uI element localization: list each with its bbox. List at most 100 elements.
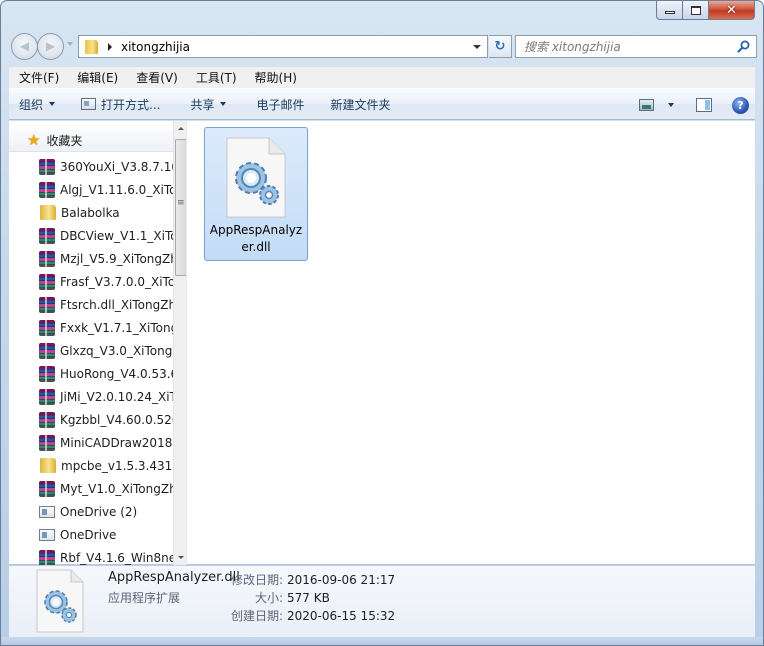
navigation-pane: ★ 收藏夹 360YouXi_V3.8.7.10 Algj_V1.11.6.0_X… [9, 121, 187, 565]
sidebar-item-label: Mzjl_V5.9_XiTongZh [60, 251, 173, 266]
sidebar-item[interactable]: OneDrive [9, 523, 173, 546]
size-label: 大小: [254, 591, 283, 605]
favorites-header[interactable]: ★ 收藏夹 [9, 130, 173, 152]
sidebar-item[interactable]: Kgzbbl_V4.60.0.520 [9, 408, 173, 431]
sidebar-item-label: DBCView_V1.1_XiTo [60, 228, 173, 243]
file-item[interactable]: AppRespAnalyzer.dll [204, 127, 308, 261]
sidebar-item-label: OneDrive (2) [60, 504, 138, 519]
search-icon[interactable] [737, 40, 750, 53]
sidebar-item[interactable]: JiMi_V2.0.10.24_XiT [9, 385, 173, 408]
back-arrow-icon: ◀ [19, 39, 30, 53]
sidebar-item[interactable]: Frasf_V3.7.0.0_XiTo [9, 270, 173, 293]
sidebar-item[interactable]: Mzjl_V5.9_XiTongZh [9, 247, 173, 270]
sidebar-item[interactable]: OneDrive (2) [9, 500, 173, 523]
open-with-button[interactable]: 打开方式... [73, 92, 168, 116]
modified-label: 修改日期: [230, 573, 283, 587]
favorites-label: 收藏夹 [46, 134, 83, 148]
sidebar-item[interactable]: Balabolka [9, 201, 173, 224]
file-list-pane: AppRespAnalyzer.dll [188, 121, 755, 564]
sidebar-item-label: Glxzq_V3.0_XiTongZ [60, 343, 173, 358]
sidebar-item-label: JiMi_V2.0.10.24_XiT [60, 389, 173, 404]
sidebar-item[interactable]: Glxzq_V3.0_XiTongZ [9, 339, 173, 362]
window-frame-bottom [1, 637, 763, 645]
navigation-row: ◀ ▶ xitongzhijia ↻ [9, 33, 757, 61]
refresh-button[interactable]: ↻ [489, 35, 512, 58]
sidebar-item-label: Fxxk_V1.7.1_XiTong [60, 320, 173, 335]
sidebar-item[interactable]: MiniCADDraw2018 [9, 431, 173, 454]
share-button[interactable]: 共享 [182, 92, 234, 116]
rar-archive-icon [39, 273, 55, 290]
sidebar-item[interactable]: Fxxk_V1.7.1_XiTong [9, 316, 173, 339]
rar-archive-icon [39, 365, 55, 382]
back-button[interactable]: ◀ [11, 33, 38, 60]
sidebar-item-label: MiniCADDraw2018 [60, 435, 173, 450]
menu-file[interactable]: 文件(F) [9, 69, 67, 86]
sidebar-item[interactable]: HuoRong_V4.0.53.6 [9, 362, 173, 385]
sidebar-item[interactable]: DBCView_V1.1_XiTo [9, 224, 173, 247]
maximize-button[interactable] [683, 1, 709, 20]
address-history-dropdown[interactable] [473, 45, 481, 49]
folder-icon [85, 39, 98, 54]
minimize-button[interactable] [656, 1, 683, 20]
rar-archive-icon [39, 388, 55, 405]
modified-value: 2016-09-06 21:17 [287, 573, 396, 587]
dll-file-large-icon [36, 569, 84, 633]
created-value: 2020-06-15 15:32 [287, 609, 396, 623]
menu-help[interactable]: 帮助(H) [245, 69, 305, 86]
open-with-icon [81, 98, 97, 110]
sidebar-item-label: Algj_V1.11.6.0_XiTo [60, 182, 173, 197]
shortcut-icon [39, 505, 55, 518]
breadcrumb-chevron-icon[interactable] [108, 42, 112, 51]
close-icon: ✕ [726, 2, 737, 18]
new-folder-button[interactable]: 新建文件夹 [323, 92, 399, 116]
size-value: 577 KB [287, 591, 330, 605]
scroll-down-arrow-icon[interactable] [174, 549, 186, 565]
email-button[interactable]: 电子邮件 [248, 92, 312, 116]
breadcrumb-item[interactable]: xitongzhijia [121, 40, 190, 54]
menu-tools[interactable]: 工具(T) [186, 69, 245, 86]
scroll-up-arrow-icon[interactable] [174, 121, 186, 137]
rar-archive-icon [39, 549, 55, 565]
sidebar-item-label: Frasf_V3.7.0.0_XiTo [60, 274, 173, 289]
change-view-icon[interactable] [639, 99, 654, 111]
sidebar-item[interactable]: Myt_V1.0_XiTongZh [9, 477, 173, 500]
details-modified: 修改日期: 2016-09-06 21:17 [223, 571, 395, 588]
sidebar-item-label: OneDrive [60, 527, 117, 542]
help-icon[interactable]: ? [732, 96, 749, 114]
details-pane: AppRespAnalyzer.dll 应用程序扩展 修改日期: 2016-09-… [9, 566, 755, 638]
maximize-icon [690, 5, 701, 15]
sidebar-item[interactable]: Ftsrch.dll_XiTongZh [9, 293, 173, 316]
address-bar[interactable]: xitongzhijia [78, 35, 488, 58]
rar-archive-icon [39, 342, 55, 359]
close-button[interactable]: ✕ [709, 1, 755, 20]
recent-pages-dropdown[interactable] [67, 42, 73, 46]
scrollbar-thumb[interactable] [175, 139, 186, 276]
menu-edit[interactable]: 编辑(E) [67, 69, 126, 86]
chevron-down-icon [668, 103, 674, 107]
created-label: 创建日期: [230, 609, 283, 623]
sidebar-item[interactable]: 360YouXi_V3.8.7.10 [9, 155, 173, 178]
view-options-dropdown[interactable] [654, 93, 674, 117]
menu-view[interactable]: 查看(V) [126, 69, 186, 86]
sidebar-item-label: 360YouXi_V3.8.7.10 [60, 159, 173, 174]
preview-pane-icon[interactable] [696, 98, 712, 112]
organize-button[interactable]: 组织 [9, 92, 63, 116]
explorer-window: ✕ ◀ ▶ xitongzhijia ↻ 文件(F) 编辑(E) 查看(V) 工… [0, 0, 764, 646]
new-folder-label: 新建文件夹 [330, 97, 391, 112]
details-file-name: AppRespAnalyzer.dll [108, 570, 240, 585]
forward-arrow-icon: ▶ [45, 39, 56, 53]
search-box[interactable] [515, 35, 757, 58]
chevron-down-icon [49, 102, 56, 106]
sidebar-item[interactable]: Rbf_V4.1.6_Win8net [9, 546, 173, 565]
nav-scrollbar[interactable] [173, 121, 186, 565]
sidebar-item[interactable]: Algj_V1.11.6.0_XiTo [9, 178, 173, 201]
folder-icon [40, 205, 56, 220]
rar-archive-icon [39, 227, 55, 244]
star-icon: ★ [27, 131, 41, 149]
share-label: 共享 [190, 97, 215, 112]
forward-button[interactable]: ▶ [37, 33, 64, 60]
sidebar-item[interactable]: mpcbe_v1.5.3.4312 [9, 454, 173, 477]
search-input[interactable] [524, 39, 734, 54]
caption-buttons: ✕ [656, 1, 755, 21]
sidebar-item-label: Kgzbbl_V4.60.0.520 [60, 412, 173, 427]
